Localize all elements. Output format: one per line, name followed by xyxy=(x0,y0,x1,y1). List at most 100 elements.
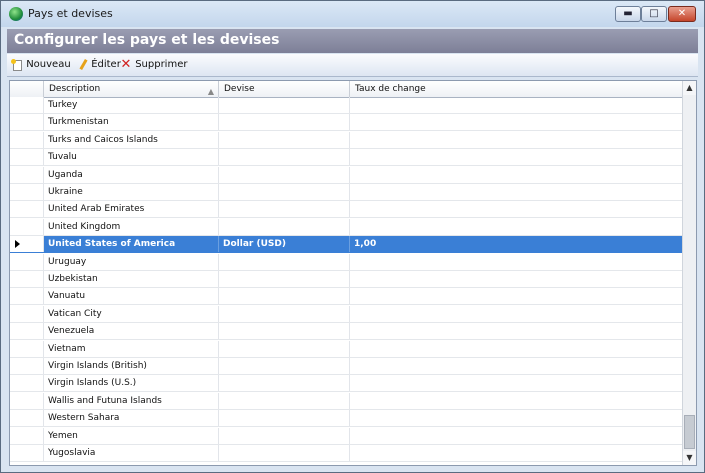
cell-devise[interactable] xyxy=(219,184,350,200)
table-row[interactable]: Ukraine xyxy=(10,184,684,201)
column-header-taux[interactable]: Taux de change xyxy=(350,81,684,97)
row-indicator[interactable] xyxy=(10,445,44,461)
cell-description[interactable]: Vanuatu xyxy=(44,288,219,305)
cell-description[interactable]: Uzbekistan xyxy=(44,271,219,287)
cell-description[interactable]: Wallis and Futuna Islands xyxy=(44,392,219,409)
row-indicator[interactable] xyxy=(10,114,44,131)
cell-taux[interactable] xyxy=(350,305,684,322)
table-row[interactable]: United States of America Dollar (USD) 1,00 xyxy=(10,236,684,254)
row-indicator[interactable] xyxy=(10,305,44,322)
cell-taux[interactable] xyxy=(350,445,684,461)
row-indicator[interactable] xyxy=(10,427,44,444)
table-row[interactable]: Vatican City xyxy=(10,305,684,323)
cell-description[interactable]: United States of America xyxy=(44,236,219,253)
row-indicator[interactable] xyxy=(10,323,44,340)
table-row[interactable]: Turkey xyxy=(10,97,684,114)
cell-taux[interactable] xyxy=(350,166,684,183)
table-row[interactable]: Uzbekistan xyxy=(10,271,684,288)
cell-taux[interactable] xyxy=(350,392,684,409)
table-row[interactable]: Wallis and Futuna Islands xyxy=(10,392,684,410)
table-row[interactable]: Uruguay xyxy=(10,253,684,271)
cell-devise[interactable]: Dollar (USD) xyxy=(219,236,350,253)
edit-button[interactable]: Éditer xyxy=(78,57,121,73)
row-indicator[interactable] xyxy=(10,184,44,200)
table-row[interactable]: Virgin Islands (British) xyxy=(10,358,684,375)
cell-devise[interactable] xyxy=(219,114,350,131)
cell-taux[interactable] xyxy=(350,201,684,218)
cell-description[interactable]: Virgin Islands (U.S.) xyxy=(44,375,219,392)
cell-taux[interactable] xyxy=(350,114,684,131)
table-row[interactable]: Yemen xyxy=(10,427,684,445)
cell-taux[interactable] xyxy=(350,358,684,374)
table-row[interactable]: Vanuatu xyxy=(10,288,684,306)
cell-taux[interactable] xyxy=(350,149,684,166)
cell-description[interactable]: Turks and Caicos Islands xyxy=(44,131,219,148)
cell-description[interactable]: Uganda xyxy=(44,166,219,183)
table-row[interactable]: United Kingdom xyxy=(10,218,684,236)
column-header-description[interactable]: Description ▲ xyxy=(44,81,219,97)
table-row[interactable]: Virgin Islands (U.S.) xyxy=(10,375,684,393)
table-row[interactable]: Turks and Caicos Islands xyxy=(10,131,684,149)
cell-taux[interactable] xyxy=(350,271,684,287)
table-row[interactable]: Turkmenistan xyxy=(10,114,684,132)
row-indicator[interactable] xyxy=(10,131,44,148)
cell-description[interactable]: Vatican City xyxy=(44,305,219,322)
cell-description[interactable]: Ukraine xyxy=(44,184,219,200)
cell-taux[interactable]: 1,00 xyxy=(350,236,684,253)
vertical-scrollbar[interactable]: ▲ ▼ xyxy=(682,81,696,465)
cell-devise[interactable] xyxy=(219,218,350,235)
row-indicator[interactable] xyxy=(10,201,44,218)
cell-devise[interactable] xyxy=(219,445,350,461)
table-row[interactable]: Uganda xyxy=(10,166,684,184)
table-row[interactable]: United Arab Emirates xyxy=(10,201,684,219)
cell-description[interactable]: Virgin Islands (British) xyxy=(44,358,219,374)
cell-description[interactable]: Tuvalu xyxy=(44,149,219,166)
cell-taux[interactable] xyxy=(350,97,684,113)
cell-description[interactable]: Vietnam xyxy=(44,340,219,357)
cell-devise[interactable] xyxy=(219,201,350,218)
row-indicator[interactable] xyxy=(10,166,44,183)
cell-taux[interactable] xyxy=(350,218,684,235)
cell-description[interactable]: Venezuela xyxy=(44,323,219,340)
row-indicator[interactable] xyxy=(10,253,44,270)
table-row[interactable]: Yugoslavia xyxy=(10,445,684,462)
row-indicator[interactable] xyxy=(10,236,44,253)
cell-devise[interactable] xyxy=(219,166,350,183)
cell-taux[interactable] xyxy=(350,410,684,427)
row-indicator[interactable] xyxy=(10,358,44,374)
maximize-button[interactable]: □ xyxy=(641,6,667,22)
cell-devise[interactable] xyxy=(219,131,350,148)
row-indicator[interactable] xyxy=(10,218,44,235)
row-indicator[interactable] xyxy=(10,410,44,427)
cell-description[interactable]: Yugoslavia xyxy=(44,445,219,461)
scroll-thumb[interactable] xyxy=(684,415,695,449)
cell-devise[interactable] xyxy=(219,410,350,427)
table-row[interactable]: Tuvalu xyxy=(10,149,684,167)
minimize-button[interactable]: ▬ xyxy=(615,6,641,22)
cell-devise[interactable] xyxy=(219,271,350,287)
cell-devise[interactable] xyxy=(219,305,350,322)
row-indicator[interactable] xyxy=(10,149,44,166)
countries-grid[interactable]: Description ▲ Devise Taux de change Turk… xyxy=(9,80,697,466)
cell-devise[interactable] xyxy=(219,375,350,392)
cell-taux[interactable] xyxy=(350,340,684,357)
row-indicator[interactable] xyxy=(10,271,44,287)
table-row[interactable]: Venezuela xyxy=(10,323,684,341)
cell-devise[interactable] xyxy=(219,149,350,166)
cell-description[interactable]: Uruguay xyxy=(44,253,219,270)
cell-description[interactable]: Yemen xyxy=(44,427,219,444)
cell-devise[interactable] xyxy=(219,97,350,113)
cell-devise[interactable] xyxy=(219,340,350,357)
cell-devise[interactable] xyxy=(219,253,350,270)
cell-taux[interactable] xyxy=(350,375,684,392)
cell-taux[interactable] xyxy=(350,323,684,340)
cell-devise[interactable] xyxy=(219,288,350,305)
cell-description[interactable]: United Arab Emirates xyxy=(44,201,219,218)
row-indicator[interactable] xyxy=(10,340,44,357)
table-row[interactable]: Western Sahara xyxy=(10,410,684,428)
cell-description[interactable]: United Kingdom xyxy=(44,218,219,235)
cell-description[interactable]: Western Sahara xyxy=(44,410,219,427)
cell-description[interactable]: Turkey xyxy=(44,97,219,113)
cell-devise[interactable] xyxy=(219,358,350,374)
cell-taux[interactable] xyxy=(350,131,684,148)
